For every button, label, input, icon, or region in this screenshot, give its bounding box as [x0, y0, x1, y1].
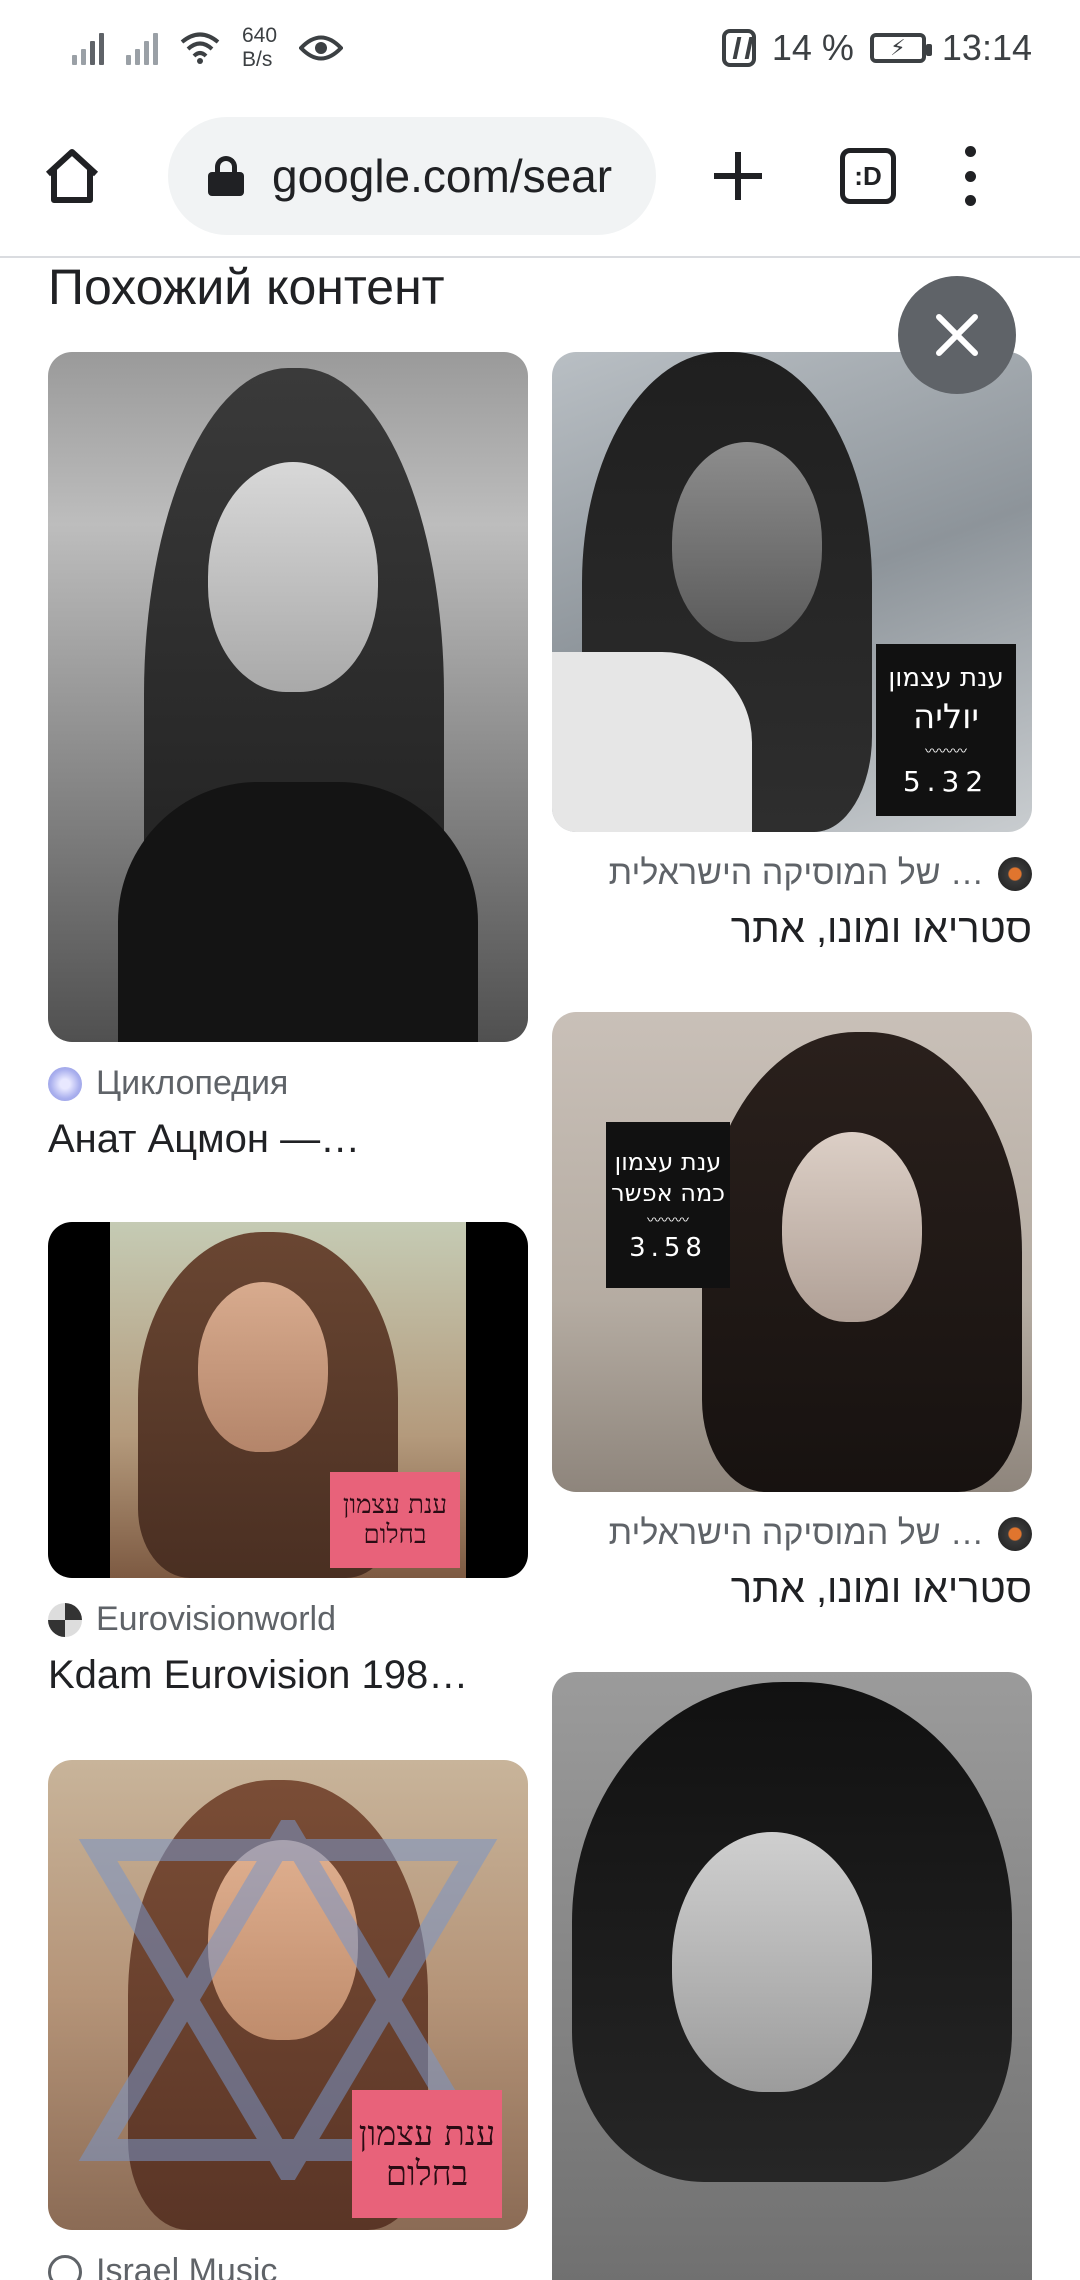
lock-icon	[208, 156, 244, 196]
more-menu-button[interactable]	[958, 146, 982, 206]
nfc-icon	[721, 29, 756, 67]
result-title: סטריאו ומונו, אתר	[730, 907, 1032, 951]
vinyl-record-icon	[998, 856, 1032, 891]
result-source-name: Israel Music	[96, 2252, 278, 2280]
site-favicon-icon	[48, 1066, 82, 1101]
vinyl-record-icon	[998, 1516, 1032, 1551]
close-button[interactable]	[898, 276, 1016, 394]
cover-time: 5.32	[902, 764, 990, 798]
result-card[interactable]: ענת עצמון בחלום Eurovisionworld Kdam Eur…	[48, 1222, 528, 1698]
eye-icon	[299, 35, 344, 61]
tab-switcher-button[interactable]: :D	[840, 148, 896, 204]
home-icon	[45, 149, 99, 203]
result-image[interactable]: ענת עצמון יוליה 〰〰〰 5.32	[552, 352, 1032, 832]
result-source: … של המוסיקה הישראלית	[552, 854, 1032, 893]
cover-artist: ענת עצמון	[614, 1147, 722, 1176]
globe-icon	[48, 2254, 82, 2280]
address-bar[interactable]: google.com/sear	[168, 117, 656, 235]
signal-icon	[126, 31, 158, 65]
result-card[interactable]: ענת עצמון כמה אפשר 〰〰〰 3.58 … של המוסיקה…	[552, 1012, 1032, 1612]
tabs-icon-label: :D	[854, 160, 882, 191]
result-image[interactable]	[552, 1672, 1032, 2280]
eurovisionworld-favicon-icon	[48, 1602, 82, 1637]
result-title: Анат Ацмон —…	[48, 1117, 361, 1161]
result-source: Israel Music	[48, 2252, 528, 2280]
result-source-name: Eurovisionworld	[96, 1600, 336, 1638]
result-image[interactable]: ענת עצמון בחלום	[48, 1222, 528, 1578]
battery-percent: 14 %	[771, 27, 854, 68]
status-bar: 640 B/s 14 % ⚡ 13:14	[0, 0, 1080, 96]
result-card[interactable]: ענת עצמון יוליה 〰〰〰 5.32 … של המוסיקה הי…	[552, 352, 1032, 952]
result-source-name: Циклопедия	[96, 1064, 289, 1102]
cover-title: יוליה	[913, 696, 980, 737]
cover-title: כמה אפשר	[611, 1178, 725, 1207]
net-speed-value: 640	[242, 24, 278, 47]
clock: 13:14	[941, 27, 1032, 68]
new-tab-button[interactable]	[706, 144, 770, 208]
cover-time: 3.58	[629, 1232, 707, 1263]
close-icon	[936, 314, 978, 356]
cover-artist: ענת עצמון	[342, 1490, 448, 1520]
wifi-icon	[180, 32, 220, 64]
result-card[interactable]: Циклопедия Анат Ацмон —…	[48, 352, 528, 1162]
result-source: … של המוסיקה הישראלית	[552, 1514, 1032, 1553]
cover-title: בחלום	[385, 2154, 469, 2194]
net-speed-unit: B/s	[242, 48, 273, 71]
cover-artist: ענת עצמון	[358, 2114, 496, 2154]
signal-icon	[72, 31, 104, 65]
home-button[interactable]	[28, 132, 116, 220]
result-source: Eurovisionworld	[48, 1600, 528, 1639]
result-source-name: … של המוסיקה הישראלית	[608, 854, 984, 892]
result-card[interactable]: ענת עצמון בחלום Israel Music	[48, 1760, 528, 2280]
cover-artist: ענת עצמון	[888, 662, 1004, 693]
result-image[interactable]: ענת עצמון בחלום	[48, 1760, 528, 2230]
result-title: Kdam Eurovision 198…	[48, 1653, 469, 1697]
result-image[interactable]: ענת עצמון כמה אפשר 〰〰〰 3.58	[552, 1012, 1032, 1492]
url-text: google.com/sear	[272, 150, 613, 202]
net-speed: 640 B/s	[242, 24, 277, 72]
related-content: Похожий контент Циклопедия Анат Ацмон —…	[0, 258, 1080, 2280]
result-source: Циклопедия	[48, 1064, 528, 1103]
battery-charging-icon: ⚡	[869, 33, 932, 63]
result-source-name: … של המוסיקה הישראלית	[608, 1514, 984, 1552]
result-title: סטריאו ומונו, אתר	[730, 1567, 1032, 1611]
result-card[interactable]	[552, 1672, 1032, 2280]
section-title: Похожий контент	[48, 259, 445, 315]
browser-toolbar: google.com/sear :D	[0, 96, 1080, 258]
result-image[interactable]	[48, 352, 528, 1042]
cover-title: בחלום	[363, 1520, 427, 1550]
